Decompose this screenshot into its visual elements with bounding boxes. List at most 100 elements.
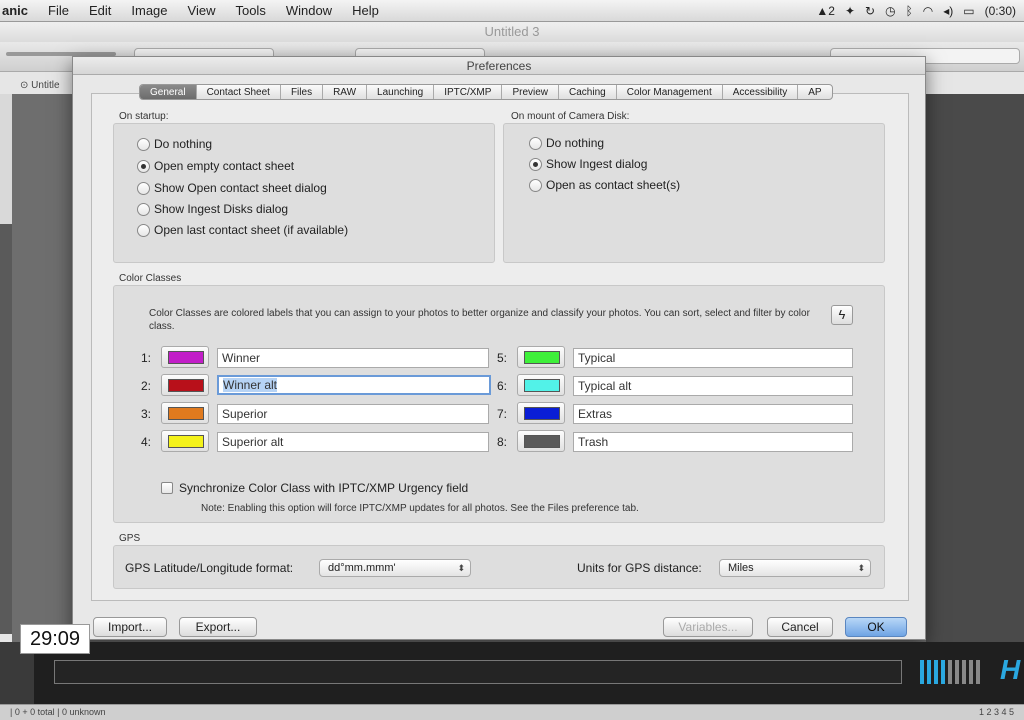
- color-class-number: 7:: [497, 407, 508, 421]
- adobe-icon[interactable]: ▲ 2: [816, 4, 835, 18]
- battery-time[interactable]: (0:30): [985, 4, 1016, 18]
- color-well-5[interactable]: [517, 346, 565, 368]
- tab-iptc-xmp[interactable]: IPTC/XMP: [434, 85, 503, 99]
- tab-raw[interactable]: RAW: [323, 85, 368, 99]
- radio-button[interactable]: [529, 136, 542, 150]
- startup-option-open-last[interactable]: Open last contact sheet (if available): [137, 223, 348, 237]
- radio-label: Do nothing: [546, 136, 605, 150]
- checkbox[interactable]: [161, 482, 173, 494]
- tab-contact-sheet[interactable]: Contact Sheet: [197, 85, 281, 99]
- color-swatch: [524, 407, 560, 420]
- menu-image[interactable]: Image: [121, 3, 177, 18]
- startup-option-open-empty[interactable]: Open empty contact sheet: [137, 159, 294, 173]
- volume-icon[interactable]: ◂): [943, 4, 953, 18]
- color-swatch: [168, 379, 204, 392]
- mount-option-open-contact-sheet[interactable]: Open as contact sheet(s): [529, 178, 680, 192]
- app-menu[interactable]: anic: [0, 3, 38, 18]
- color-swatch: [168, 351, 204, 364]
- notification-count: 2: [828, 3, 835, 18]
- color-class-name-2[interactable]: Winner alt: [217, 375, 491, 395]
- gps-units-value: Miles: [728, 562, 754, 574]
- gps-format-select[interactable]: dd°mm.mmm' ⬍: [319, 559, 471, 577]
- wifi-icon[interactable]: ◠: [923, 4, 933, 18]
- color-swatch: [524, 351, 560, 364]
- radio-button[interactable]: [137, 223, 150, 237]
- adobe-glyph: ▲: [816, 3, 829, 18]
- twitter-icon[interactable]: ✦: [845, 4, 855, 18]
- preferences-tabs: General Contact Sheet Files RAW Launchin…: [139, 84, 833, 100]
- import-button[interactable]: Import...: [93, 617, 167, 637]
- bluetooth-icon[interactable]: ᛒ: [906, 4, 913, 18]
- startup-option-show-open-dialog[interactable]: Show Open contact sheet dialog: [137, 181, 327, 195]
- color-well-4[interactable]: [161, 430, 209, 452]
- gps-units-label: Units for GPS distance:: [577, 561, 702, 575]
- tab-accessibility[interactable]: Accessibility: [723, 85, 799, 99]
- page-indicator[interactable]: 1 2 3 4 5: [979, 705, 1014, 720]
- window-title: Untitled 3: [0, 22, 1024, 42]
- color-class-number: 8:: [497, 435, 508, 449]
- gps-units-select[interactable]: Miles ⬍: [719, 559, 871, 577]
- tab-ap[interactable]: AP: [798, 85, 831, 99]
- radio-button[interactable]: [137, 137, 150, 151]
- video-timestamp: 29:09: [20, 624, 90, 654]
- video-progress-bar[interactable]: [54, 660, 902, 684]
- color-class-name-5[interactable]: Typical: [573, 348, 853, 368]
- color-class-name-8[interactable]: Trash: [573, 432, 853, 452]
- menu-tools[interactable]: Tools: [225, 3, 275, 18]
- export-button[interactable]: Export...: [179, 617, 257, 637]
- radio-button-selected[interactable]: [137, 159, 150, 173]
- tab-files[interactable]: Files: [281, 85, 324, 99]
- menu-edit[interactable]: Edit: [79, 3, 121, 18]
- document-tab[interactable]: ⊙ Untitle: [20, 80, 60, 91]
- battery-icon[interactable]: ▭: [963, 4, 974, 18]
- radio-button[interactable]: [529, 178, 542, 192]
- color-class-number: 2:: [141, 379, 152, 393]
- tab-color-management[interactable]: Color Management: [617, 85, 723, 99]
- radio-label: Open as contact sheet(s): [546, 178, 681, 192]
- dialog-title: Preferences: [73, 57, 925, 75]
- time-machine-icon[interactable]: ◷: [885, 4, 895, 18]
- sync-color-class-checkbox[interactable]: Synchronize Color Class with IPTC/XMP Ur…: [161, 481, 468, 495]
- menu-help[interactable]: Help: [342, 3, 389, 18]
- color-class-number: 3:: [141, 407, 152, 421]
- color-class-number: 6:: [497, 379, 508, 393]
- tab-caching[interactable]: Caching: [559, 85, 617, 99]
- color-classes-label: Color Classes: [119, 273, 182, 284]
- mount-option-show-ingest[interactable]: Show Ingest dialog: [529, 157, 647, 171]
- color-class-number: 4:: [141, 435, 152, 449]
- radio-button-selected[interactable]: [529, 157, 542, 171]
- radio-label: Open last contact sheet (if available): [154, 223, 349, 237]
- color-well-2[interactable]: [161, 374, 209, 396]
- color-well-3[interactable]: [161, 402, 209, 424]
- tab-launching[interactable]: Launching: [367, 85, 435, 99]
- menu-window[interactable]: Window: [276, 3, 342, 18]
- color-class-name-6[interactable]: Typical alt: [573, 376, 853, 396]
- color-well-6[interactable]: [517, 374, 565, 396]
- color-class-name-1[interactable]: Winner: [217, 348, 489, 368]
- menu-file[interactable]: File: [38, 3, 79, 18]
- startup-option-do-nothing[interactable]: Do nothing: [137, 137, 212, 151]
- color-well-8[interactable]: [517, 430, 565, 452]
- sync-icon[interactable]: ↻: [865, 4, 875, 18]
- color-well-7[interactable]: [517, 402, 565, 424]
- auto-assign-button[interactable]: ϟ: [831, 305, 853, 325]
- color-classes-description: Color Classes are colored labels that yo…: [149, 308, 810, 332]
- menu-view[interactable]: View: [178, 3, 226, 18]
- brand-logo: H: [1000, 654, 1021, 685]
- color-class-name-3[interactable]: Superior: [217, 404, 489, 424]
- radio-button[interactable]: [137, 181, 150, 195]
- color-well-1[interactable]: [161, 346, 209, 368]
- ok-button[interactable]: OK: [845, 617, 907, 637]
- mount-option-do-nothing[interactable]: Do nothing: [529, 136, 604, 150]
- variables-button[interactable]: Variables...: [663, 617, 753, 637]
- gps-format-label: GPS Latitude/Longitude format:: [125, 561, 294, 575]
- color-class-name-7[interactable]: Extras: [573, 404, 853, 424]
- tab-general[interactable]: General: [140, 85, 197, 99]
- radio-button[interactable]: [137, 202, 150, 216]
- gps-format-value: dd°mm.mmm': [328, 562, 396, 574]
- color-class-name-4[interactable]: Superior alt: [217, 432, 489, 452]
- right-panel: [926, 94, 1024, 642]
- tab-preview[interactable]: Preview: [502, 85, 560, 99]
- startup-option-ingest-disks[interactable]: Show Ingest Disks dialog: [137, 202, 288, 216]
- cancel-button[interactable]: Cancel: [767, 617, 833, 637]
